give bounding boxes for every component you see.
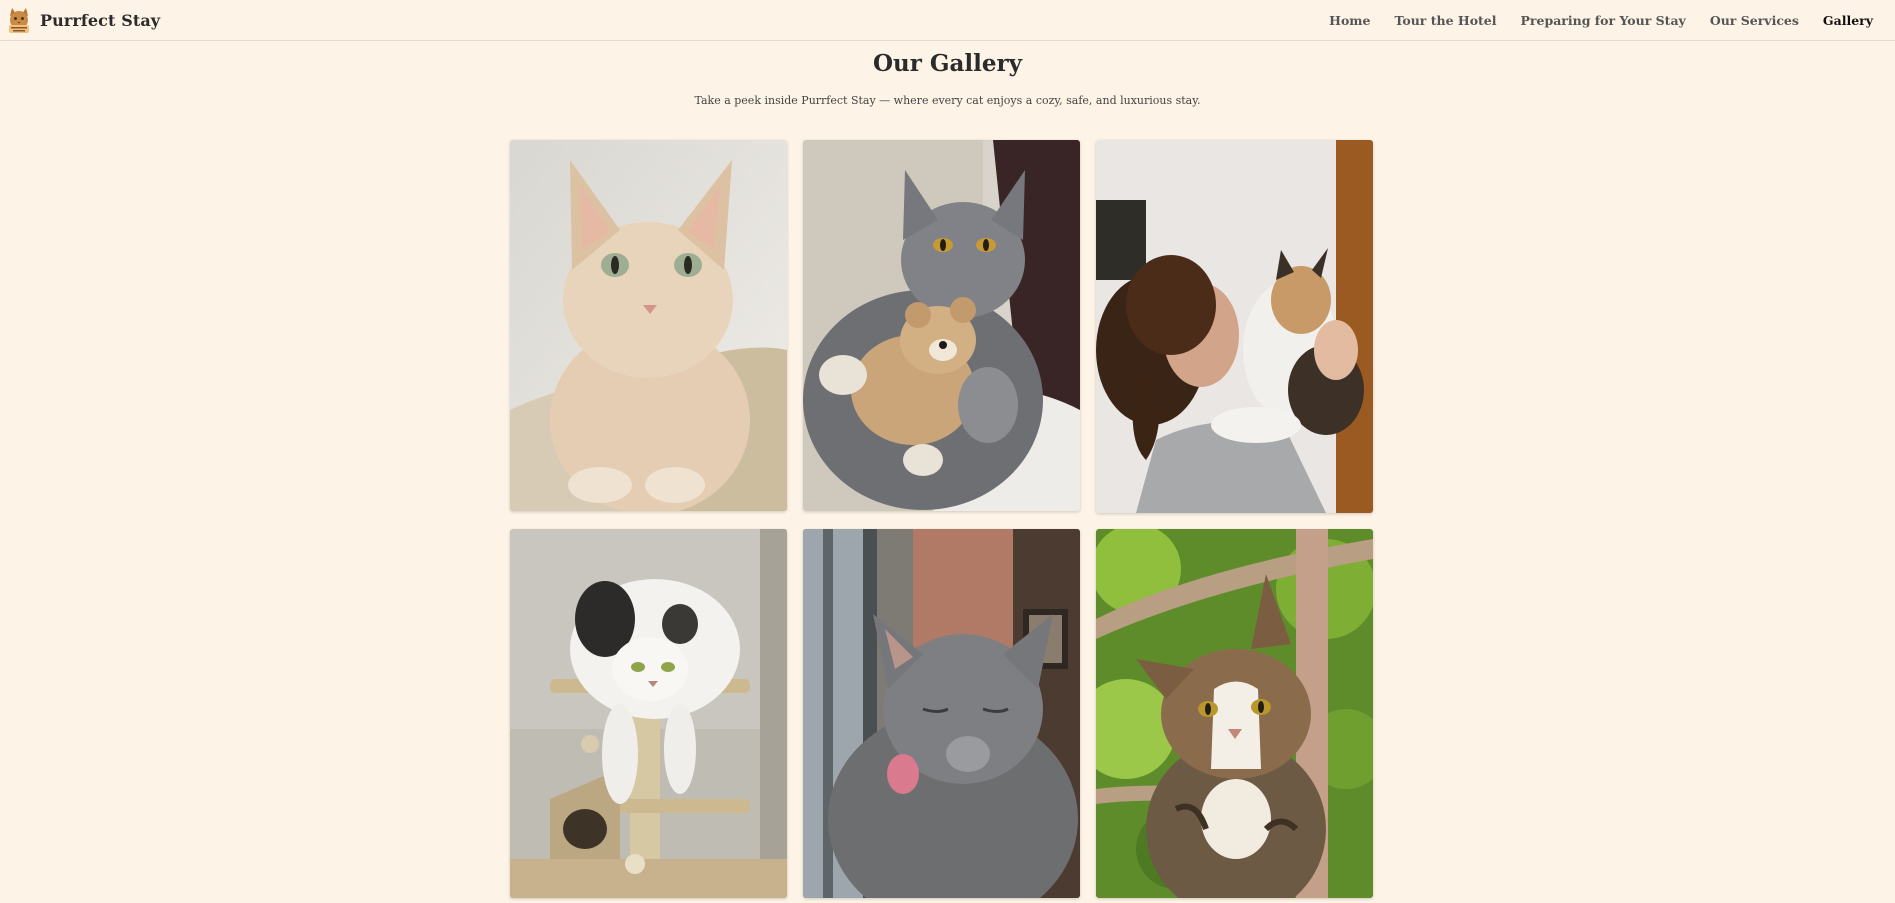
gallery-photo-grey-cat-teddy[interactable] [803, 140, 1080, 511]
gallery-photo-tabby-cat-tree[interactable] [1096, 529, 1373, 898]
cat-logo-icon [9, 8, 29, 33]
main-nav: Home Tour the Hotel Preparing for Your S… [1329, 13, 1873, 28]
gallery-photo-grey-cat-window[interactable] [803, 529, 1080, 898]
photo-gallery [0, 0, 1895, 903]
nav-our-services[interactable]: Our Services [1710, 13, 1799, 28]
nav-gallery[interactable]: Gallery [1823, 13, 1873, 28]
page-title: Our Gallery [872, 50, 1023, 77]
woman-with-cat-image [1096, 140, 1373, 513]
nav-home[interactable]: Home [1329, 13, 1370, 28]
gallery-photo-fluffy-cat-cat-tree[interactable] [510, 529, 787, 898]
page-subtitle: Take a peek inside Purrfect Stay — where… [694, 94, 1201, 107]
gallery-photo-cream-cat[interactable] [510, 140, 787, 511]
gallery-photo-woman-with-cat[interactable] [1096, 140, 1373, 513]
brand[interactable]: Purrfect Stay [5, 6, 160, 34]
grey-cat-teddy-image [803, 140, 1080, 511]
grey-cat-window-image [803, 529, 1080, 898]
brand-name: Purrfect Stay [40, 10, 161, 30]
tabby-cat-tree-image [1096, 529, 1373, 898]
navbar: Purrfect Stay Home Tour the Hotel Prepar… [0, 0, 1895, 41]
fluffy-cat-cat-tree-image [510, 529, 787, 898]
cream-cat-image [510, 140, 787, 511]
nav-preparing-for-your-stay[interactable]: Preparing for Your Stay [1521, 13, 1686, 28]
nav-tour-the-hotel[interactable]: Tour the Hotel [1394, 13, 1496, 28]
